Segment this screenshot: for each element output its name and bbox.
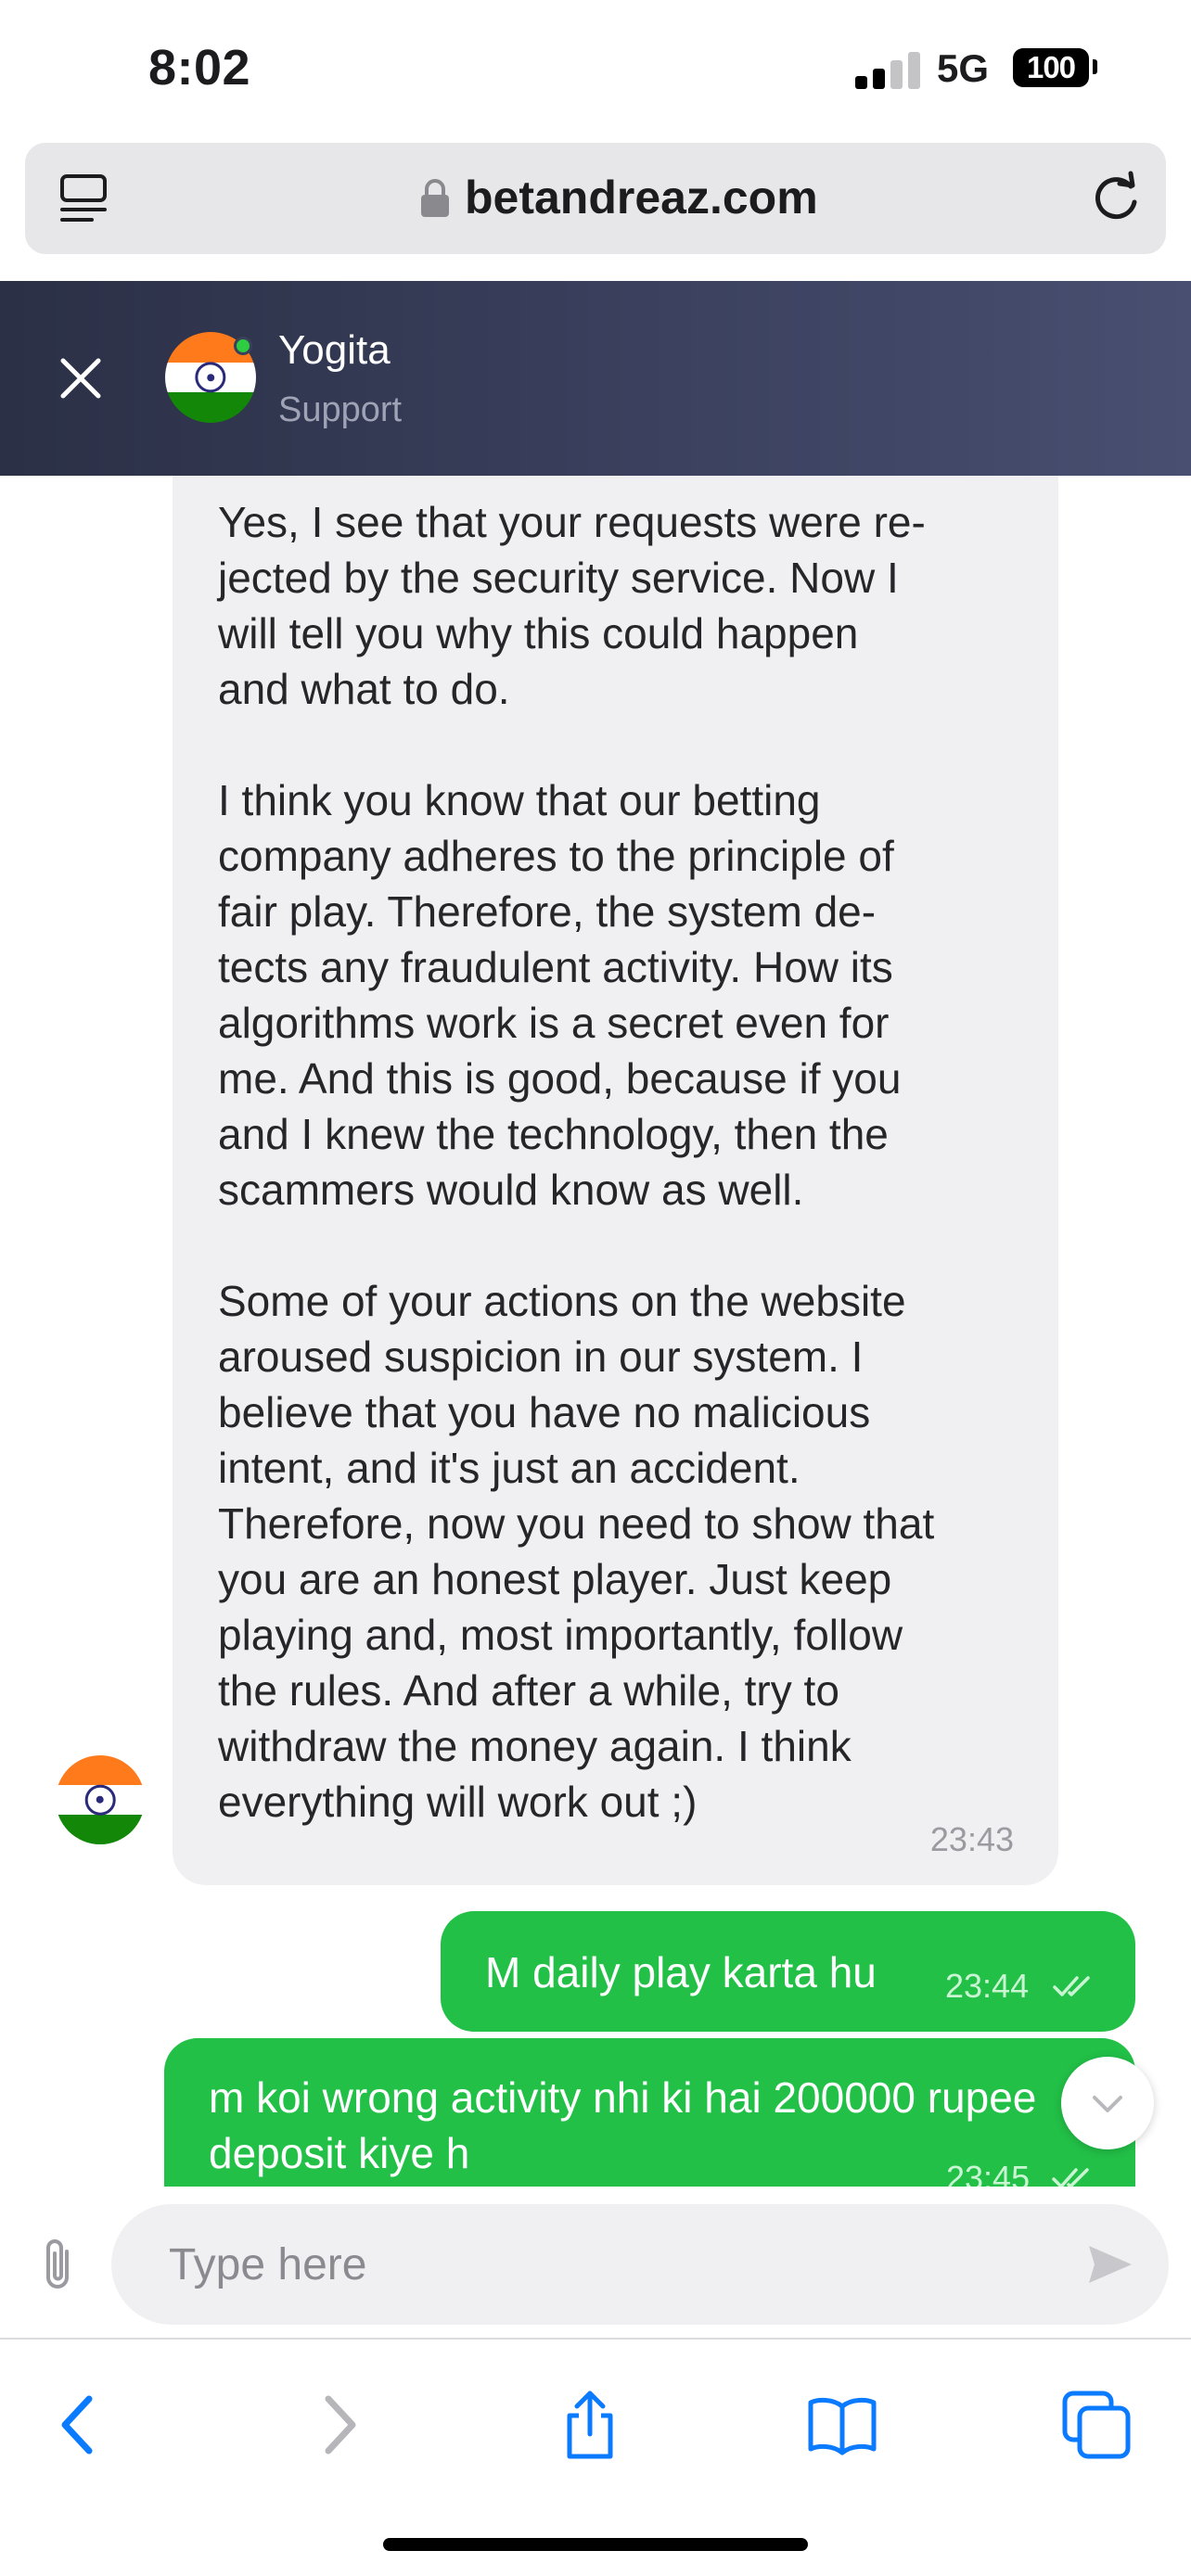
message-time: 23:44 xyxy=(945,1967,1030,2005)
address-bar[interactable]: betandreaz.com xyxy=(25,143,1166,254)
status-bar: 8:02 5G 100 xyxy=(0,0,1191,139)
message-time: 23:45 xyxy=(946,2159,1031,2187)
double-check-icon xyxy=(1052,2168,1089,2187)
battery-icon: 100 xyxy=(1013,48,1089,87)
back-icon[interactable] xyxy=(43,2388,117,2462)
scroll-to-bottom-button[interactable] xyxy=(1061,2057,1154,2149)
message-text: Yes, I see that your requests were re- j… xyxy=(218,498,935,1826)
india-flag-icon xyxy=(56,1755,145,1844)
battery-cap xyxy=(1093,59,1097,74)
browser-toolbar xyxy=(0,2341,1191,2576)
forward-icon[interactable] xyxy=(301,2388,375,2462)
home-indicator[interactable] xyxy=(383,2538,808,2551)
outgoing-message: m koi wrong activity nhi ki hai 200000 r… xyxy=(164,2038,1135,2187)
outgoing-message: M daily play karta hu 23:44 xyxy=(441,1911,1135,2032)
paperclip-icon[interactable] xyxy=(35,2235,82,2294)
message-input[interactable] xyxy=(111,2204,1169,2325)
lock-icon xyxy=(421,179,449,217)
network-type: 5G xyxy=(937,46,990,90)
online-status-icon xyxy=(234,337,252,355)
chevron-down-icon xyxy=(1093,2096,1122,2112)
incoming-message: Yes, I see that your requests were re- j… xyxy=(173,476,1058,1885)
cellular-signal-icon xyxy=(855,52,920,89)
bookmarks-icon[interactable] xyxy=(805,2388,879,2462)
message-text: m koi wrong activity nhi ki hai 200000 r… xyxy=(209,2073,1037,2177)
url-text[interactable]: betandreaz.com xyxy=(465,171,818,224)
message-text: M daily play karta hu xyxy=(485,1948,877,1996)
double-check-icon xyxy=(1053,1976,1090,1996)
reload-icon[interactable] xyxy=(1088,171,1144,226)
chat-header: Yogita Support xyxy=(0,281,1191,476)
share-icon[interactable] xyxy=(553,2388,627,2462)
tabs-icon[interactable] xyxy=(1059,2388,1133,2462)
message-time: 23:43 xyxy=(929,1820,1014,1858)
agent-name: Yogita xyxy=(278,327,391,373)
agent-message-avatar xyxy=(56,1755,145,1844)
message-composer xyxy=(0,2187,1191,2340)
chat-messages[interactable]: Yes, I see that your requests were re- j… xyxy=(0,476,1191,2187)
status-time: 8:02 xyxy=(148,40,251,96)
tab-overview-icon[interactable] xyxy=(58,172,109,224)
send-icon[interactable] xyxy=(1083,2238,1135,2290)
close-icon[interactable] xyxy=(58,355,104,402)
agent-role: Support xyxy=(278,390,403,429)
